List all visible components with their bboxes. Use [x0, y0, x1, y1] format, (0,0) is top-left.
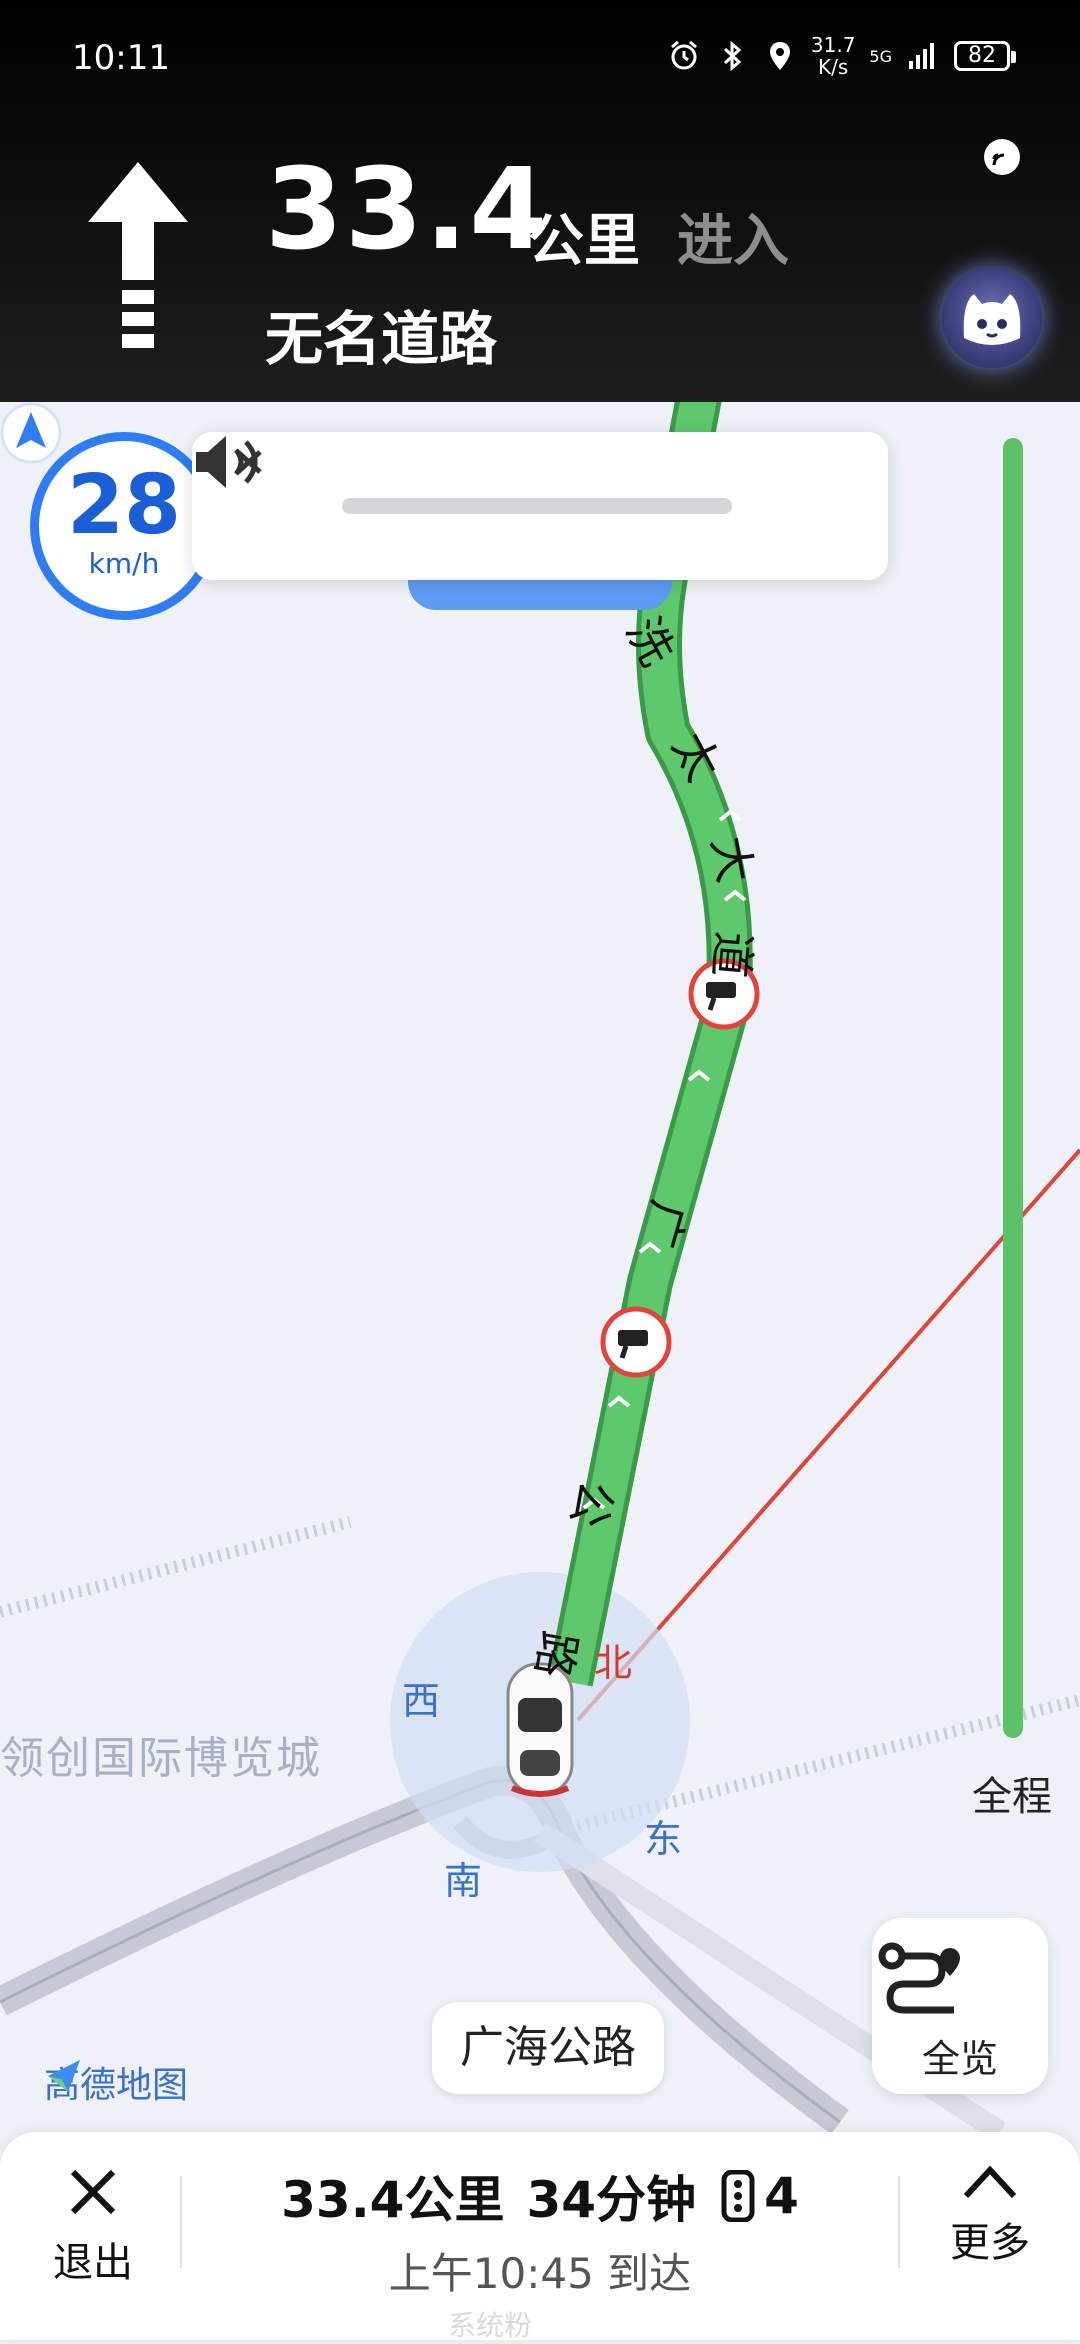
next-maneuver-distance: 33.4	[265, 145, 550, 275]
trip-summary[interactable]: 33.4公里 34分钟 4 上午10:45 到达	[180, 2160, 900, 2301]
close-icon	[70, 2169, 116, 2215]
cast-icon[interactable]	[980, 135, 1024, 179]
chevron-up-icon	[963, 2165, 1017, 2199]
route-progress-bar	[1003, 438, 1023, 1738]
network-type: 5G	[869, 46, 892, 66]
next-maneuver-unit: 公里	[528, 209, 640, 274]
trip-summary-bar: 退出 33.4公里 34分钟 4 上午10:45 到达 更多	[0, 2132, 1080, 2340]
remaining-time: 34分钟	[526, 2171, 697, 2229]
full-route-label[interactable]: 全程	[972, 1764, 1052, 1822]
voice-assistant-avatar[interactable]	[942, 268, 1042, 368]
location-icon	[769, 42, 790, 70]
alarm-icon	[670, 40, 697, 70]
network-speed: 31.7 K/s	[811, 34, 856, 78]
bluetooth-icon	[723, 40, 742, 72]
compass-west: 西	[402, 1679, 441, 1723]
divider	[898, 2176, 900, 2268]
map-canvas	[0, 402, 1080, 2132]
volume-slider[interactable]	[342, 498, 732, 514]
maneuver-action: 进入	[677, 209, 789, 274]
overview-label: 全览	[921, 2037, 998, 2081]
volume-panel	[192, 432, 888, 580]
speed-value: 28	[66, 458, 182, 553]
arrival-time: 上午10:45 到达	[388, 2249, 692, 2298]
battery-indicator: 82	[954, 41, 1016, 71]
traffic-light-count: 4	[764, 2167, 799, 2225]
traffic-light-icon	[721, 2170, 755, 2222]
watermark: 系统粉	[448, 2309, 533, 2342]
remaining-distance: 33.4公里	[281, 2171, 505, 2229]
cat-face-icon	[963, 294, 1021, 345]
status-time: 10:11	[72, 38, 170, 78]
route-road-char: 道	[703, 929, 761, 981]
poi-label[interactable]: 领创国际博览城	[0, 1722, 322, 1786]
volume-up-icon[interactable]	[192, 432, 264, 492]
speed-unit: km/h	[88, 547, 160, 580]
more-label: 更多	[950, 2220, 1030, 2266]
next-road-name: 无名道路	[265, 305, 498, 373]
navigation-arrow-icon	[0, 402, 62, 464]
compass-north: 北	[594, 1641, 633, 1685]
network-speed-value: 31.7	[810, 33, 856, 57]
compass-south: 南	[444, 1859, 483, 1903]
compass-east: 东	[644, 1817, 683, 1861]
navigation-header: 10:11 31.7 K/s 5G 82 33.4 公里 进入 无名道路	[0, 0, 1080, 402]
brand-logo: 高德地图	[44, 2056, 188, 2108]
amap-logo-icon	[48, 2060, 80, 2092]
vehicle-marker	[506, 1662, 574, 1797]
signal-icon	[909, 43, 934, 69]
more-button[interactable]: 更多	[930, 2162, 1050, 2268]
straight-arrow-icon	[88, 162, 188, 348]
overview-button[interactable]: 全览	[872, 1918, 1048, 2094]
speed-camera-icon	[600, 1306, 672, 1378]
exit-label: 退出	[53, 2240, 133, 2286]
network-speed-unit: K/s	[818, 55, 849, 79]
current-road-label: 广海公路	[432, 2002, 664, 2094]
route-overview-icon	[878, 1942, 960, 2014]
exit-navigation-button[interactable]: 退出	[38, 2162, 148, 2288]
status-icons: 31.7 K/s 5G 82	[667, 34, 1016, 78]
map-view[interactable]: 洗 太 大 道 广 公 路 北 西 东 南 领创国际博览城 28 km/h 全程…	[0, 402, 1080, 2132]
